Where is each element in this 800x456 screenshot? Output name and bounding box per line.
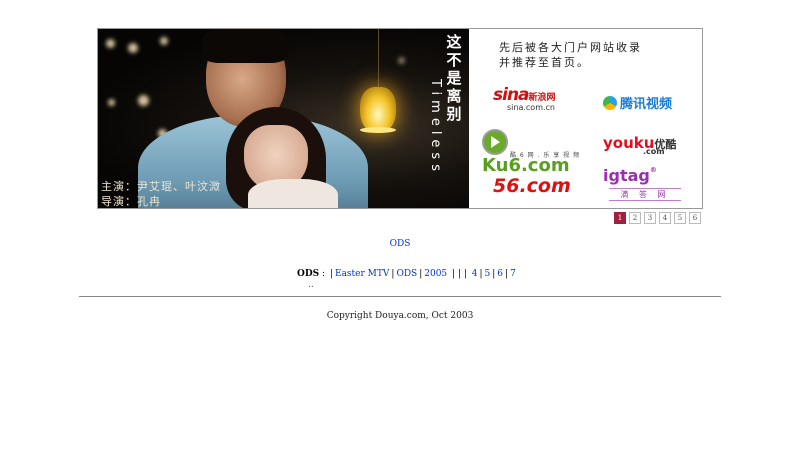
director-credit: 导演：孔冉 [101,195,161,208]
pager-item[interactable]: 3 [644,212,656,224]
panel-description-line2: 并推荐至首页。 [499,56,590,69]
nav-label: ODS [297,269,320,279]
nav-link-7[interactable]: 7 [510,269,516,279]
pager-item[interactable]: 6 [689,212,701,224]
youku-logo: youku优酷 .com [603,134,677,156]
copyright-text: Copyright Douya.com, Oct 2003 [326,311,474,321]
media-partners-panel: 先后被各大门户网站收录 并推荐至首页。 sina新浪网 sina.com.cn … [469,29,702,208]
title-english: Timeless [428,79,443,176]
banner-pager: 1 2 3 4 5 6 [614,212,701,224]
divider [79,296,721,297]
tencent-video-logo: 腾讯视频 [603,93,683,113]
nav-link-6[interactable]: 6 [497,269,503,279]
nav-link-easter-mtv[interactable]: Easter MTV [335,269,389,279]
footer-nav: ODS : | Easter MTV | ODS | 2005 | | | 4 | 5 | 6 | 7 [297,269,516,279]
movie-poster-image: 主演：尹艾琨、叶汶溦 导演：孔冉 这不是离别 Timeless [98,29,469,208]
sina-logo: sina新浪网 sina.com.cn [493,85,556,112]
56com-logo: 56.com [493,175,571,197]
tencent-video-icon [603,96,617,110]
ods-link[interactable]: ODS [390,239,411,249]
panel-description-line1: 先后被各大门户网站收录 [499,41,642,54]
pager-item[interactable]: 5 [674,212,686,224]
title-chinese: 这不是离别 [446,33,462,123]
nav-colon: : [322,269,326,279]
promo-banner[interactable]: 主演：尹艾琨、叶汶溦 导演：孔冉 这不是离别 Timeless 先后被各大门户网… [97,28,703,209]
pager-item[interactable]: 4 [659,212,671,224]
nav-link-5[interactable]: 5 [485,269,491,279]
igtag-logo: igtag® 滴 答 网 [603,166,687,206]
pager-item[interactable]: 1 [614,212,626,224]
nav-link-2005[interactable]: 2005 [424,269,447,279]
nav-link-ods[interactable]: ODS [396,269,417,279]
nav-link-4[interactable]: 4 [472,269,478,279]
ku6-logo: Ku6.com 酷 6 网 . 乐 享 视 频 [482,129,592,176]
ods-link-row: ODS [0,239,800,249]
cast-credit: 主演：尹艾琨、叶汶溦 [101,180,221,193]
nav-pipes: | | | [452,269,467,279]
play-icon [482,129,508,155]
pager-item[interactable]: 2 [629,212,641,224]
small-text: .. [308,280,314,290]
